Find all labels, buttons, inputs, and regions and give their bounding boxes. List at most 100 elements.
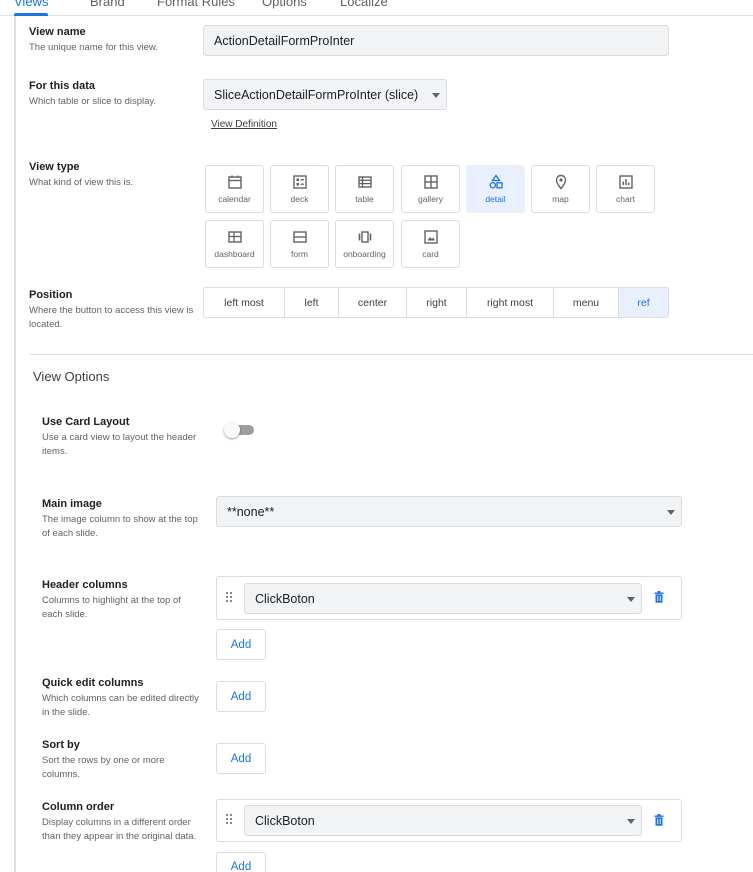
for-this-data-desc: Which table or slice to display. (29, 96, 157, 107)
tab-views[interactable]: Views (14, 0, 48, 9)
onboarding-icon (358, 231, 371, 243)
position-right-most[interactable]: right most (467, 288, 554, 317)
form-icon (292, 231, 307, 243)
for-this-data-label-group: For this data Which table or slice to di… (29, 79, 194, 109)
sort-by-label: Sort by (42, 739, 80, 751)
left-rail (14, 16, 16, 872)
view-type-label: View type (29, 161, 80, 173)
table-icon (357, 176, 372, 188)
view-type-deck-label: deck (290, 194, 309, 204)
view-type-map-label: map (552, 194, 569, 204)
main-image-label-group: Main image The image column to show at t… (42, 497, 202, 540)
position-left-most[interactable]: left most (204, 288, 285, 317)
column-order-label: Column order (42, 801, 115, 813)
use-card-layout-label-group: Use Card Layout Use a card view to layou… (42, 415, 202, 458)
header-column-select[interactable]: ClickBoton (244, 583, 642, 614)
main-image-desc: The image column to show at the top of e… (42, 514, 198, 539)
sort-by-label-group: Sort by Sort the rows by one or more col… (42, 738, 202, 781)
view-options-title: View Options (33, 369, 110, 384)
view-type-gallery[interactable]: gallery (401, 165, 460, 213)
position-menu[interactable]: menu (554, 288, 619, 317)
chevron-down-icon (432, 92, 440, 98)
position-label: Position (29, 289, 73, 301)
delete-trash-icon[interactable] (654, 591, 664, 603)
view-type-onboarding[interactable]: onboarding (335, 220, 394, 268)
for-this-data-select[interactable]: SliceActionDetailFormProInter (slice) (203, 79, 447, 110)
tabs-bar: Views Brand Format Rules Options Localiz… (0, 0, 753, 16)
chevron-down-icon (667, 509, 675, 515)
column-order-list: ClickBoton (216, 799, 682, 842)
column-order-add-button[interactable]: Add (216, 852, 266, 872)
active-tab-indicator (14, 13, 48, 16)
view-type-form-label: form (291, 249, 308, 259)
view-type-calendar[interactable]: calendar (205, 165, 264, 213)
header-columns-list: ClickBoton (216, 576, 682, 620)
view-type-card[interactable]: card (401, 220, 460, 268)
view-type-desc: What kind of view this is. (29, 177, 134, 188)
header-columns-add-button[interactable]: Add (216, 629, 266, 660)
toggle-knob (224, 422, 240, 438)
position-left[interactable]: left (285, 288, 339, 317)
gallery-icon (423, 175, 438, 189)
detail-shapes-icon (489, 174, 503, 189)
tab-format-rules[interactable]: Format Rules (157, 0, 235, 9)
position-desc: Where the button to access this view is … (29, 305, 194, 330)
for-this-data-value: SliceActionDetailFormProInter (slice) (214, 87, 419, 102)
view-type-onboarding-label: onboarding (343, 249, 386, 259)
quick-edit-columns-desc: Which columns can be edited directly in … (42, 693, 199, 718)
card-image-icon (423, 230, 438, 244)
quick-edit-columns-add-button[interactable]: Add (216, 681, 266, 712)
deck-icon (292, 175, 307, 189)
section-divider (30, 354, 753, 355)
position-ref[interactable]: ref (619, 288, 668, 317)
view-type-table[interactable]: table (335, 165, 394, 213)
for-this-data-label: For this data (29, 80, 96, 92)
chevron-down-icon (627, 596, 635, 602)
view-name-label-group: View name The unique name for this view. (29, 25, 194, 55)
view-type-chart[interactable]: chart (596, 165, 655, 213)
view-definition-link[interactable]: View Definition (211, 119, 277, 130)
tab-brand[interactable]: Brand (90, 0, 125, 9)
column-order-label-group: Column order Display columns in a differ… (42, 800, 207, 843)
sort-by-add-button[interactable]: Add (216, 743, 266, 774)
view-type-label-group: View type What kind of view this is. (29, 160, 194, 190)
delete-trash-icon[interactable] (654, 814, 664, 826)
view-type-detail[interactable]: detail (466, 165, 525, 213)
view-type-dashboard[interactable]: dashboard (205, 220, 264, 268)
main-image-label: Main image (42, 498, 102, 510)
sort-by-desc: Sort the rows by one or more columns. (42, 755, 165, 780)
view-type-card-label: card (422, 249, 439, 259)
header-columns-label: Header columns (42, 579, 128, 591)
view-type-form[interactable]: form (270, 220, 329, 268)
view-type-map[interactable]: map (531, 165, 590, 213)
view-type-detail-label: detail (485, 194, 506, 204)
view-type-calendar-label: calendar (218, 194, 251, 204)
use-card-layout-toggle[interactable] (224, 422, 254, 438)
quick-edit-columns-label: Quick edit columns (42, 677, 144, 689)
quick-edit-columns-label-group: Quick edit columns Which columns can be … (42, 676, 202, 719)
chevron-down-icon (627, 818, 635, 824)
use-card-layout-desc: Use a card view to layout the header ite… (42, 432, 197, 457)
tab-localize[interactable]: Localize (340, 0, 388, 9)
column-order-value: ClickBoton (255, 813, 315, 828)
view-type-table-label: table (355, 194, 374, 204)
position-label-group: Position Where the button to access this… (29, 288, 194, 331)
column-order-select[interactable]: ClickBoton (244, 805, 642, 836)
chart-icon (618, 175, 633, 189)
tab-options[interactable]: Options (262, 0, 307, 9)
calendar-icon (227, 175, 242, 189)
view-name-label: View name (29, 26, 86, 38)
view-type-chart-label: chart (616, 194, 635, 204)
position-center[interactable]: center (339, 288, 407, 317)
main-image-select[interactable]: **none** (216, 496, 682, 527)
column-order-desc: Display columns in a different order tha… (42, 817, 197, 842)
view-name-input[interactable]: ActionDetailFormProInter (203, 25, 669, 56)
dashboard-icon (227, 231, 242, 243)
header-column-value: ClickBoton (255, 591, 315, 606)
header-columns-desc: Columns to highlight at the top of each … (42, 595, 181, 620)
position-right[interactable]: right (407, 288, 467, 317)
drag-handle-icon[interactable] (226, 814, 234, 826)
view-type-deck[interactable]: deck (270, 165, 329, 213)
drag-handle-icon[interactable] (226, 592, 234, 604)
main-image-value: **none** (227, 504, 275, 519)
